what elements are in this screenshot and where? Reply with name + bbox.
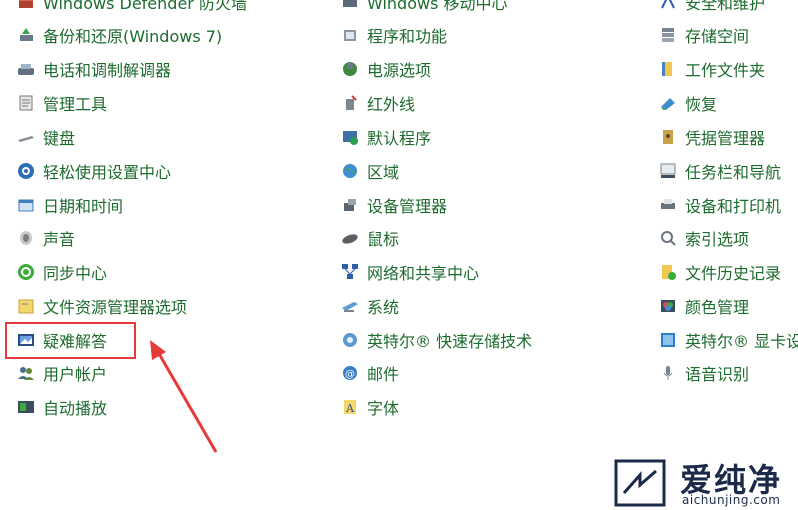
watermark-en-text: aichunjing.com (682, 493, 781, 507)
watermark-logo-icon (614, 459, 666, 507)
watermark: 爱纯净 aichunjing.com (610, 455, 798, 510)
pointer-arrow (150, 340, 218, 453)
